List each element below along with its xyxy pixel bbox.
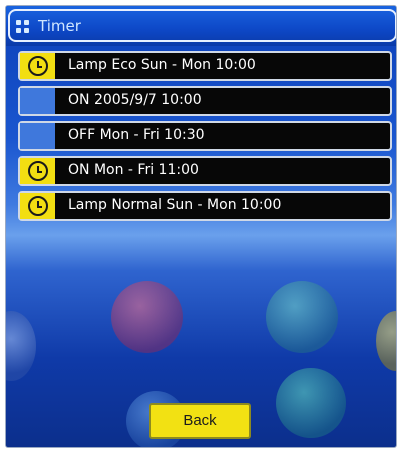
timer-row[interactable]: ON Mon - Fri 11:00 (18, 156, 392, 186)
decor-bubble-icon (276, 368, 346, 438)
timer-badge (20, 88, 55, 114)
clock-icon (28, 161, 48, 181)
timer-badge (20, 193, 55, 219)
timer-window: Timer Lamp Eco Sun - Mon 10:00 ON 2005/9… (5, 5, 397, 448)
decor-bubble-icon (111, 281, 183, 353)
menu-grid-icon (16, 20, 30, 34)
back-button[interactable]: Back (149, 403, 251, 439)
window-title: Timer (38, 17, 81, 35)
timer-row[interactable]: Lamp Normal Sun - Mon 10:00 (18, 191, 392, 221)
title-bar: Timer (6, 6, 396, 46)
timer-row[interactable]: OFF Mon - Fri 10:30 (18, 121, 392, 151)
timer-row[interactable]: Lamp Eco Sun - Mon 10:00 (18, 51, 392, 81)
timer-label: ON Mon - Fri 11:00 (68, 162, 199, 178)
decor-bubble-icon (266, 281, 338, 353)
timer-label: Lamp Normal Sun - Mon 10:00 (68, 197, 282, 213)
clock-icon (28, 56, 48, 76)
clock-icon (28, 196, 48, 216)
timer-label: ON 2005/9/7 10:00 (68, 92, 202, 108)
timer-badge (20, 123, 55, 149)
timer-badge (20, 53, 55, 79)
timer-label: OFF Mon - Fri 10:30 (68, 127, 205, 143)
timer-label: Lamp Eco Sun - Mon 10:00 (68, 57, 256, 73)
timer-row[interactable]: ON 2005/9/7 10:00 (18, 86, 392, 116)
decor-bubble-icon (376, 311, 396, 371)
timer-badge (20, 158, 55, 184)
decor-bubble-icon (6, 311, 36, 381)
